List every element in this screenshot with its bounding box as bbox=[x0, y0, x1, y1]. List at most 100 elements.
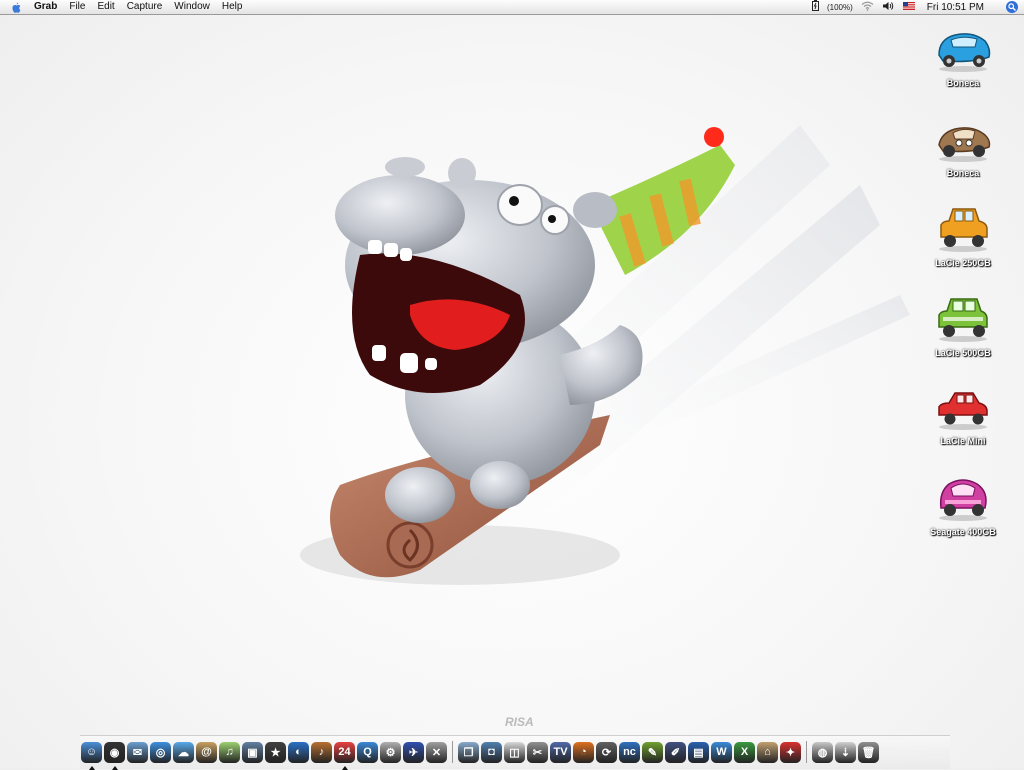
dock-item-garageband[interactable]: ♪ bbox=[311, 741, 332, 763]
desktop-icon-lacie-mini[interactable]: LaCie Mini bbox=[923, 383, 1003, 449]
dashboard-icon: ◉ bbox=[104, 741, 125, 763]
dock: ☺ ◉ ✉ ◎ ☁ @ ♫ ▣ ★ ◐ ♪ 24 Q ⚙ ✈ ✕ ❐ ◘ ◫ ✂ TV ◔ ⟳ nc ✎ ✐ ▤ W X ⌂ ✦ ◍ ⇣ 🗑 bbox=[80, 735, 950, 770]
dock-item-quicktime[interactable]: Q bbox=[357, 741, 378, 763]
dock-item-finder[interactable]: ☺ bbox=[81, 741, 102, 770]
dock-item-ical[interactable]: 24 bbox=[334, 741, 355, 770]
pink-car-icon bbox=[939, 479, 987, 521]
dock-item-system-prefs[interactable]: ⚙ bbox=[380, 741, 401, 763]
dock-logo: RISA bbox=[505, 715, 534, 729]
webcam-icon: ◍ bbox=[812, 741, 833, 763]
us-flag-icon[interactable] bbox=[902, 1, 915, 13]
dock-separator bbox=[806, 741, 807, 763]
blue-car-icon bbox=[938, 33, 991, 72]
volume-icon[interactable] bbox=[882, 1, 895, 14]
desktop-icon-label: Seagate 400GB bbox=[930, 527, 996, 537]
dock-item-itunes[interactable]: ♫ bbox=[219, 741, 240, 763]
excel-icon: X bbox=[734, 741, 755, 763]
downloads-icon: ⇣ bbox=[835, 741, 856, 763]
dock-item-photo-booth[interactable]: ◘ bbox=[481, 741, 502, 763]
dock-item-idvd[interactable]: ◐ bbox=[288, 741, 309, 763]
red-car-icon bbox=[938, 392, 988, 430]
ical-icon: 24 bbox=[334, 741, 355, 763]
dock-item-iphoto[interactable]: ▣ bbox=[242, 741, 263, 763]
dock-item-preview[interactable]: ❐ bbox=[458, 741, 479, 763]
dock-item-downloads[interactable]: ⇣ bbox=[835, 741, 856, 763]
wifi-icon[interactable] bbox=[861, 1, 874, 14]
photo-booth-icon: ◘ bbox=[481, 741, 502, 763]
apple-menu-icon[interactable] bbox=[10, 1, 22, 13]
sync-icon: ⟳ bbox=[596, 741, 617, 763]
desktop-icon-boneca-2[interactable]: Boneca bbox=[923, 115, 1003, 181]
desktop-icon-seagate-400gb[interactable]: Seagate 400GB bbox=[923, 470, 1003, 540]
home-icon: ⌂ bbox=[757, 741, 778, 763]
dock-items: ☺ ◉ ✉ ◎ ☁ @ ♫ ▣ ★ ◐ ♪ 24 Q ⚙ ✈ ✕ ❐ ◘ ◫ ✂ TV ◔ ⟳ nc ✎ ✐ ▤ W X ⌂ ✦ ◍ ⇣ 🗑 bbox=[80, 738, 950, 770]
green-car-icon bbox=[938, 298, 988, 342]
imovie-icon: ★ bbox=[265, 741, 286, 763]
nc-icon: nc bbox=[619, 741, 640, 763]
menu-window[interactable]: Window bbox=[168, 0, 216, 14]
desktop-icon-boneca-1[interactable]: Boneca bbox=[923, 25, 1003, 91]
address-book-icon: @ bbox=[196, 741, 217, 763]
dock-item-excel[interactable]: X bbox=[734, 741, 755, 763]
dock-item-webcam[interactable]: ◍ bbox=[812, 741, 833, 763]
idvd-icon: ◐ bbox=[288, 741, 309, 763]
menu-edit[interactable]: Edit bbox=[91, 0, 120, 14]
itunes-icon: ♫ bbox=[219, 741, 240, 763]
desktop-icon-lacie-250gb[interactable]: LaCie 250GB bbox=[923, 203, 1003, 271]
dock-item-mail[interactable]: ✉ bbox=[127, 741, 148, 763]
dock-item-xcode[interactable]: ✈ bbox=[403, 741, 424, 763]
menu-file[interactable]: File bbox=[63, 0, 91, 14]
dock-item-ichat[interactable]: ☁ bbox=[173, 741, 194, 763]
tv-icon: TV bbox=[550, 741, 571, 763]
dock-item-trash[interactable]: 🗑 bbox=[858, 741, 879, 763]
word-icon: W bbox=[711, 741, 732, 763]
dock-item-safari[interactable]: ◎ bbox=[150, 741, 171, 763]
xcode-icon: ✈ bbox=[403, 741, 424, 763]
dock-separator bbox=[452, 741, 453, 763]
battery-icon[interactable] bbox=[811, 0, 819, 14]
spotlight-icon[interactable] bbox=[1006, 1, 1018, 13]
ipod-icon: ◫ bbox=[504, 741, 525, 763]
dock-item-acrobat[interactable]: ✦ bbox=[780, 741, 801, 763]
desktop-icon-lacie-500gb[interactable]: LaCie 500GB bbox=[923, 293, 1003, 361]
system-prefs-icon: ⚙ bbox=[380, 741, 401, 763]
dock-item-keynote[interactable]: ▤ bbox=[688, 741, 709, 763]
dock-item-pen[interactable]: ✎ bbox=[642, 741, 663, 763]
iphoto-icon: ▣ bbox=[242, 741, 263, 763]
dock-item-dashboard[interactable]: ◉ bbox=[104, 741, 125, 770]
mail-icon: ✉ bbox=[127, 741, 148, 763]
dock-item-utilities[interactable]: ✕ bbox=[426, 741, 447, 763]
menu-help[interactable]: Help bbox=[216, 0, 249, 14]
pen-icon: ✎ bbox=[642, 741, 663, 763]
dock-item-home[interactable]: ⌂ bbox=[757, 741, 778, 763]
brush-icon: ✐ bbox=[665, 741, 686, 763]
keynote-icon: ▤ bbox=[688, 741, 709, 763]
battery-percent: (100%) bbox=[826, 2, 853, 12]
menu-bar: Grab File Edit Capture Window Help (100%… bbox=[0, 0, 1024, 15]
desktop-icon-label: LaCie 250GB bbox=[935, 258, 991, 268]
dock-item-word[interactable]: W bbox=[711, 741, 732, 763]
menu-capture[interactable]: Capture bbox=[121, 0, 169, 14]
dock-item-firefox[interactable]: ◔ bbox=[573, 741, 594, 763]
preview-icon: ❐ bbox=[458, 741, 479, 763]
trash-icon: 🗑 bbox=[858, 741, 879, 763]
garageband-icon: ♪ bbox=[311, 741, 332, 763]
dock-item-ipod[interactable]: ◫ bbox=[504, 741, 525, 763]
quicktime-icon: Q bbox=[357, 741, 378, 763]
scissors-icon: ✂ bbox=[527, 741, 548, 763]
orange-car-icon bbox=[939, 208, 988, 252]
wallpaper-hippo-sled bbox=[300, 125, 910, 585]
desktop-icon-label: LaCie 500GB bbox=[935, 348, 991, 358]
dock-item-nc[interactable]: nc bbox=[619, 741, 640, 763]
app-menu-grab[interactable]: Grab bbox=[28, 0, 63, 14]
dock-item-tv[interactable]: TV bbox=[550, 741, 571, 763]
clock[interactable]: Fri 10:51 PM bbox=[927, 2, 984, 13]
finder-icon: ☺ bbox=[81, 741, 102, 763]
dock-item-scissors[interactable]: ✂ bbox=[527, 741, 548, 763]
dock-item-imovie[interactable]: ★ bbox=[265, 741, 286, 763]
dock-item-sync[interactable]: ⟳ bbox=[596, 741, 617, 763]
firefox-icon: ◔ bbox=[573, 741, 594, 763]
desktop-icon-label: Boneca bbox=[946, 168, 980, 178]
dock-item-address-book[interactable]: @ bbox=[196, 741, 217, 763]
dock-item-brush[interactable]: ✐ bbox=[665, 741, 686, 763]
